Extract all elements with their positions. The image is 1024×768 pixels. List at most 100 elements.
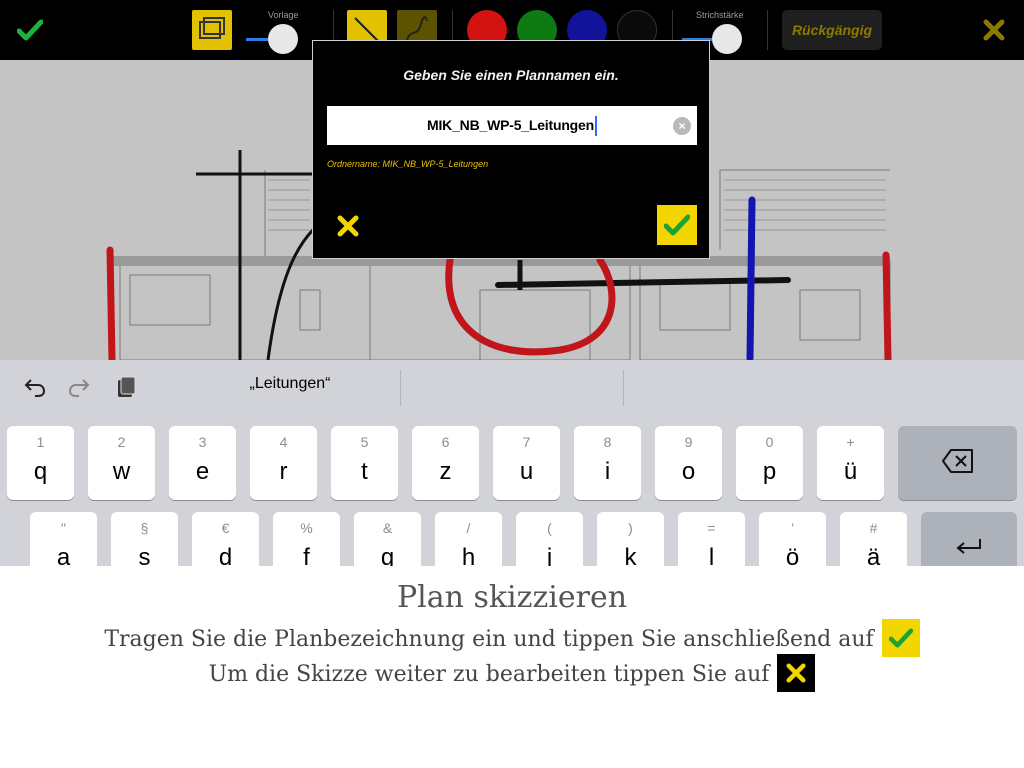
key-p[interactable]: 0p <box>736 426 803 500</box>
key-a[interactable]: " a <box>30 512 97 570</box>
key-alt-char: 9 <box>684 434 693 450</box>
key-j[interactable]: (j <box>516 512 583 570</box>
check-icon[interactable] <box>12 12 48 48</box>
stroke-slider-knob[interactable] <box>712 24 742 54</box>
check-icon <box>664 214 690 236</box>
key-t[interactable]: 5t <box>331 426 398 500</box>
key-alt-char: & <box>382 520 393 536</box>
plan-name-value: MIK_NB_WP-5_Leitungen <box>427 117 594 133</box>
key-char: r <box>279 458 288 485</box>
instruction-caption: Plan skizzieren Tragen Sie die Planbezei… <box>0 566 1024 768</box>
key-char: e <box>195 458 210 485</box>
key-alt-char: + <box>846 434 855 450</box>
key-char: p <box>762 458 777 485</box>
clipboard-icon[interactable] <box>112 374 138 400</box>
suggestion-bar: „Leitungen“ <box>0 360 1024 414</box>
key-o[interactable]: 9o <box>655 426 722 500</box>
key-char: w <box>112 458 131 485</box>
key-g[interactable]: & g <box>354 512 421 570</box>
template-label: Vorlage <box>268 10 299 20</box>
key-char: q <box>33 458 48 485</box>
close-icon <box>337 215 359 237</box>
caption-line-2-text: Um die Skizze weiter zu bearbeiten tippe… <box>208 662 770 687</box>
caption-line-cancel: Um die Skizze weiter zu bearbeiten tippe… <box>0 654 1024 694</box>
redo-icon[interactable] <box>66 374 92 400</box>
key-alt-char: 1 <box>36 434 45 450</box>
key-alt-char: € <box>221 520 230 536</box>
key-u[interactable]: 7u <box>493 426 560 500</box>
template-slider-knob[interactable] <box>268 24 298 54</box>
key-alt-char: # <box>869 520 878 536</box>
undo-button[interactable]: Rückgängig <box>782 10 882 50</box>
key-char: z <box>439 458 452 485</box>
dialog-title: Geben Sie einen Plannamen ein. <box>403 67 619 83</box>
caption-line-1-text: Tragen Sie die Planbezeichnung ein und t… <box>104 627 874 652</box>
key-e[interactable]: 3e <box>169 426 236 500</box>
layers-icon <box>199 17 225 39</box>
key-alt-char: / <box>466 520 471 536</box>
suggestion-divider <box>400 370 401 406</box>
dialog-confirm-button[interactable] <box>657 205 697 245</box>
key-char: o <box>681 458 696 485</box>
key-alt-char: ’ <box>790 520 795 536</box>
key-oe[interactable]: ’ ö <box>759 512 826 570</box>
cancel-badge <box>777 654 816 692</box>
close-icon[interactable] <box>976 12 1012 48</box>
key-alt-char: % <box>300 520 313 536</box>
key-char: t <box>361 458 368 485</box>
key-r[interactable]: 4r <box>250 426 317 500</box>
layers-button[interactable] <box>192 10 232 50</box>
key-alt-char: 2 <box>117 434 126 450</box>
suggestion-item[interactable]: „Leitungen“ <box>180 375 400 393</box>
key-f[interactable]: % f <box>273 512 340 570</box>
clear-input-icon[interactable]: × <box>673 117 691 135</box>
plan-name-input[interactable]: MIK_NB_WP-5_Leitungen × <box>327 106 697 145</box>
key-ae[interactable]: # ä <box>840 512 907 570</box>
key-alt-char: 6 <box>441 434 450 450</box>
suggestion-divider <box>623 370 624 406</box>
stroke-width-label: Strichstärke <box>696 10 744 20</box>
key-alt-char: 8 <box>603 434 612 450</box>
key-ue[interactable]: + ü <box>817 426 884 500</box>
key-h[interactable]: / h <box>435 512 502 570</box>
key-alt-char: 3 <box>198 434 207 450</box>
caption-line-confirm: Tragen Sie die Planbezeichnung ein und t… <box>0 619 1024 659</box>
key-k[interactable]: ) k <box>597 512 664 570</box>
key-char: ü <box>843 458 858 485</box>
key-alt-char: ( <box>547 520 552 536</box>
plan-name-input-field[interactable]: MIK_NB_WP-5_Leitungen <box>327 106 697 145</box>
confirm-badge <box>881 619 920 657</box>
caption-title: Plan skizzieren <box>396 580 628 615</box>
divider <box>767 10 768 50</box>
key-alt-char: § <box>140 520 149 536</box>
app-root: Vorlage Strichstärke Rückgängig Geben Si… <box>0 0 1024 768</box>
backspace-icon <box>898 448 1017 479</box>
key-alt-char: 0 <box>765 434 774 450</box>
undo-icon[interactable] <box>22 374 48 400</box>
key-alt-char: 4 <box>279 434 288 450</box>
key-w[interactable]: 2w <box>88 426 155 500</box>
text-caret <box>594 116 597 137</box>
key-char: i <box>604 458 611 485</box>
key-q[interactable]: 1q <box>7 426 74 500</box>
key-alt-char: " <box>61 520 66 536</box>
return-key[interactable] <box>921 512 1017 570</box>
dialog-cancel-button[interactable] <box>335 213 361 239</box>
folder-name-label: Ordnername: MIK_NB_WP-5_Leitungen <box>327 159 489 169</box>
plan-name-dialog: Geben Sie einen Plannamen ein. MIK_NB_WP… <box>312 40 710 259</box>
key-alt-char: 5 <box>360 434 369 450</box>
backspace-key[interactable] <box>898 426 1017 500</box>
on-screen-keyboard: „Leitungen“ 1q 2w 3e 4r 5t 6z 7u 8i 9o 0… <box>0 360 1024 570</box>
key-char: u <box>519 458 534 485</box>
close-icon <box>777 654 815 692</box>
check-icon <box>882 619 920 657</box>
key-alt-char: ) <box>628 520 633 536</box>
key-d[interactable]: € d <box>192 512 259 570</box>
key-i[interactable]: 8i <box>574 426 641 500</box>
key-alt-char: = <box>707 520 716 536</box>
return-icon <box>921 536 1017 563</box>
key-z[interactable]: 6z <box>412 426 479 500</box>
key-l[interactable]: = l <box>678 512 745 570</box>
key-s[interactable]: § s <box>111 512 178 570</box>
key-alt-char: 7 <box>522 434 531 450</box>
